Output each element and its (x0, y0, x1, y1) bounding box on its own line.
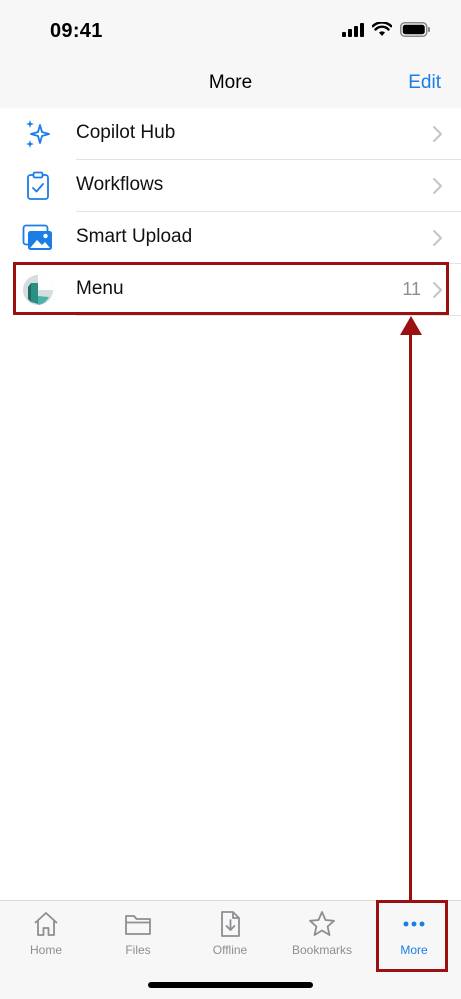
status-bar: 09:41 (0, 0, 461, 62)
sparkle-icon (22, 118, 54, 150)
list-item-workflows[interactable]: Workflows (0, 160, 461, 212)
chevron-right-icon (433, 126, 442, 142)
tab-home[interactable]: Home (6, 909, 86, 965)
chevron-right-icon (433, 230, 442, 246)
highlight-box-more-tab (376, 900, 448, 972)
battery-icon (400, 22, 430, 37)
cellular-signal-icon (342, 22, 364, 37)
status-time: 09:41 (50, 20, 103, 42)
tab-offline[interactable]: Offline (190, 909, 270, 965)
tab-label: Bookmarks (291, 943, 353, 957)
list-item-copilot-hub[interactable]: Copilot Hub (0, 108, 461, 160)
edit-button[interactable]: Edit (408, 72, 441, 94)
star-icon (309, 911, 335, 936)
download-doc-icon (221, 911, 240, 937)
home-icon (34, 912, 58, 936)
list-item-smart-upload[interactable]: Smart Upload (0, 212, 461, 264)
list-item-label: Smart Upload (76, 226, 193, 247)
page-title: More (208, 72, 253, 93)
list-item-label: Workflows (76, 174, 164, 195)
tab-label: Files (125, 943, 151, 957)
arrow-line (409, 332, 412, 900)
home-indicator (148, 982, 313, 988)
highlight-box-menu (13, 262, 449, 315)
tab-files[interactable]: Files (98, 909, 178, 965)
list-item-label: Copilot Hub (76, 122, 176, 143)
tab-label: Offline (212, 943, 248, 957)
status-icons (342, 22, 431, 37)
chevron-right-icon (433, 178, 442, 194)
tab-label: Home (29, 943, 62, 957)
folder-icon (125, 915, 151, 935)
wifi-icon (372, 22, 392, 36)
image-upload-icon (22, 222, 54, 254)
navigation-bar: More Edit (0, 62, 461, 108)
tab-bookmarks[interactable]: Bookmarks (282, 909, 362, 965)
clipboard-check-icon (22, 170, 54, 202)
